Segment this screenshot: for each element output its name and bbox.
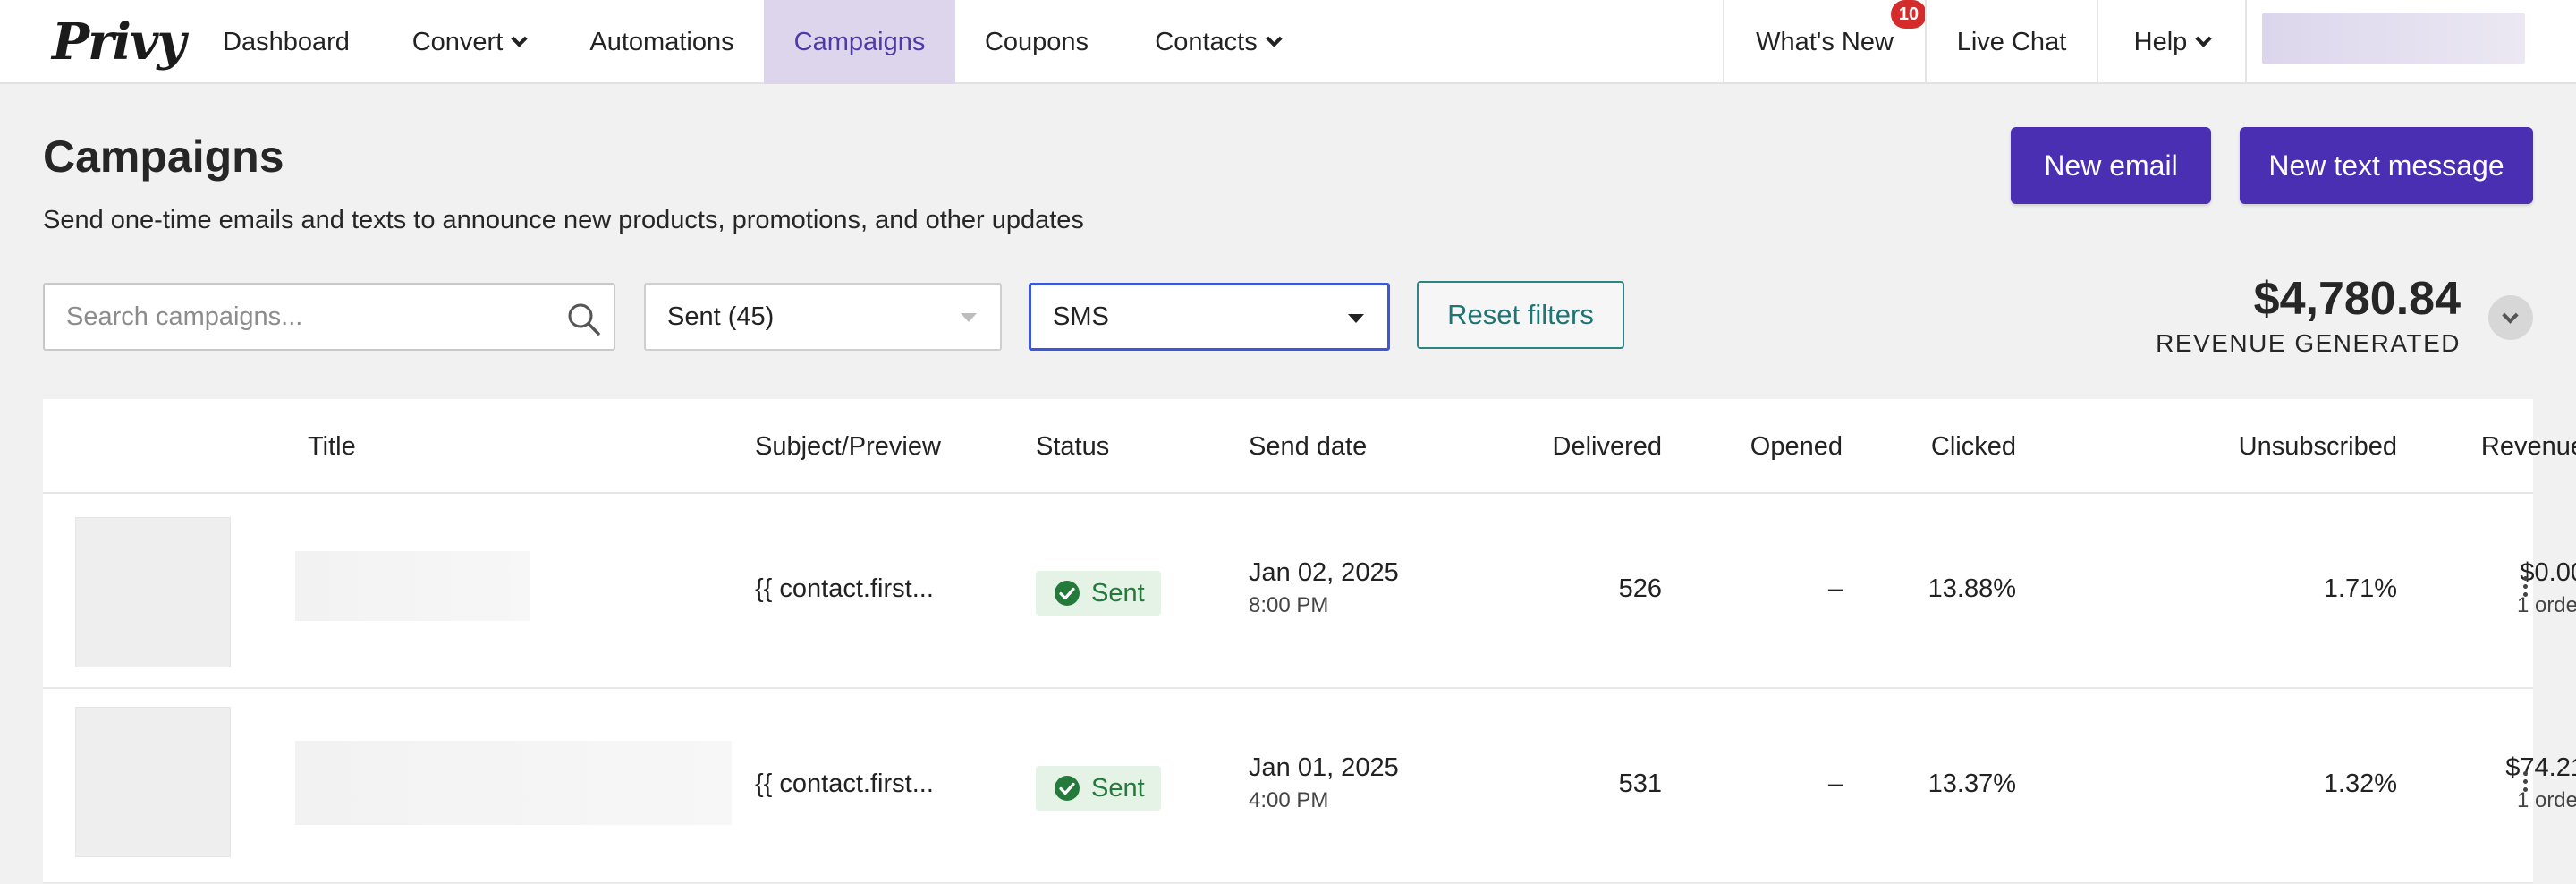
nav-divider: [2245, 0, 2247, 84]
campaign-thumbnail: [75, 517, 231, 667]
channel-filter-select[interactable]: SMS: [1029, 283, 1390, 351]
campaign-subject: {{ contact.first...: [755, 574, 934, 603]
send-date-cell: Jan 01, 2025 4:00 PM: [1249, 753, 1399, 813]
campaign-title-placeholder[interactable]: [295, 741, 732, 825]
nav-contacts-label: Contacts: [1155, 27, 1258, 56]
nav-live-chat[interactable]: Live Chat: [1927, 0, 2097, 84]
status-label: Sent: [1091, 578, 1145, 608]
send-time: 4:00 PM: [1249, 788, 1329, 812]
status-badge: Sent: [1036, 766, 1161, 811]
nav-dashboard[interactable]: Dashboard: [206, 0, 367, 84]
status-badge: Sent: [1036, 571, 1161, 616]
chevron-down-icon: [2195, 30, 2213, 47]
page-title: Campaigns: [43, 132, 284, 182]
send-date-cell: Jan 02, 2025 8:00 PM: [1249, 558, 1399, 618]
opened-value: –: [1827, 769, 1843, 798]
nav-convert-label: Convert: [411, 27, 504, 56]
nav-contacts[interactable]: Contacts: [1140, 0, 1295, 84]
nav-help-label: Help: [2133, 27, 2188, 56]
send-date: Jan 02, 2025: [1249, 558, 1399, 587]
check-circle-icon: [1055, 776, 1080, 801]
campaign-title-placeholder[interactable]: [295, 551, 530, 621]
row-actions-icon[interactable]: [2521, 768, 2529, 803]
status-filter-select[interactable]: Sent (45): [644, 283, 1002, 351]
new-text-message-button[interactable]: New text message: [2240, 127, 2533, 204]
caret-down-icon: [961, 313, 977, 322]
nav-campaigns-label: Campaigns: [793, 27, 926, 56]
chevron-down-icon: [2502, 307, 2519, 324]
nav-campaigns[interactable]: Campaigns: [764, 0, 955, 84]
row-actions-icon[interactable]: [2521, 573, 2529, 608]
privy-logo[interactable]: Privy: [52, 9, 186, 75]
campaign-thumbnail: [75, 707, 231, 857]
page-subtitle: Send one-time emails and texts to announ…: [43, 206, 1084, 234]
search-input[interactable]: Search campaigns...: [43, 283, 615, 351]
column-delivered[interactable]: Delivered: [1438, 399, 1663, 494]
table-row[interactable]: {{ contact.first... Sent Jan 01, 2025 4:…: [43, 689, 2576, 884]
revenue-label: REVENUE GENERATED: [2156, 329, 2461, 357]
notification-badge: 10: [1891, 0, 1927, 29]
status-label: Sent: [1091, 773, 1145, 803]
clicked-value: 13.88%: [1928, 574, 2016, 603]
nav-whats-new-label: What's New: [1756, 27, 1894, 56]
revenue-expand-button[interactable]: [2488, 295, 2533, 340]
nav-coupons[interactable]: Coupons: [971, 0, 1102, 84]
column-send-date[interactable]: Send date: [1249, 399, 1367, 494]
column-opened[interactable]: Opened: [1653, 399, 1843, 494]
campaigns-table: Title Subject/Preview Status Send date D…: [43, 399, 2576, 884]
channel-filter-value: SMS: [1053, 302, 1109, 331]
nav-convert[interactable]: Convert: [392, 0, 546, 84]
check-circle-icon: [1055, 581, 1080, 606]
column-title[interactable]: Title: [308, 399, 356, 494]
delivered-value: 526: [1618, 574, 1662, 603]
opened-value: –: [1827, 574, 1843, 603]
column-clicked[interactable]: Clicked: [1832, 399, 2016, 494]
table-header: Title Subject/Preview Status Send date D…: [43, 399, 2576, 494]
chevron-down-icon: [1266, 30, 1283, 47]
column-revenue[interactable]: Revenue: [2234, 399, 2576, 494]
nav-help[interactable]: Help: [2098, 0, 2245, 84]
caret-down-icon: [1348, 314, 1364, 323]
campaign-subject: {{ contact.first...: [755, 769, 934, 798]
reset-filters-button[interactable]: Reset filters: [1417, 281, 1624, 349]
status-filter-value: Sent (45): [667, 302, 775, 331]
nav-live-chat-label: Live Chat: [1956, 27, 2067, 56]
send-date: Jan 01, 2025: [1249, 753, 1399, 782]
column-status[interactable]: Status: [1036, 399, 1109, 494]
nav-automations[interactable]: Automations: [572, 0, 751, 84]
new-email-button[interactable]: New email: [2011, 127, 2211, 204]
delivered-value: 531: [1618, 769, 1662, 798]
clicked-value: 13.37%: [1928, 769, 2016, 798]
nav-automations-label: Automations: [589, 27, 734, 56]
nav-coupons-label: Coupons: [984, 27, 1089, 56]
account-menu[interactable]: [2262, 13, 2525, 64]
send-time: 8:00 PM: [1249, 593, 1329, 617]
top-nav: Privy Dashboard Convert Automations Camp…: [0, 0, 2576, 84]
column-subject[interactable]: Subject/Preview: [755, 399, 941, 494]
search-placeholder: Search campaigns...: [66, 302, 303, 331]
nav-dashboard-label: Dashboard: [223, 27, 350, 56]
revenue-value: $4,780.84: [2253, 273, 2461, 325]
chevron-down-icon: [511, 30, 528, 47]
search-icon[interactable]: [565, 301, 601, 336]
table-row[interactable]: {{ contact.first... Sent Jan 02, 2025 8:…: [43, 494, 2576, 689]
